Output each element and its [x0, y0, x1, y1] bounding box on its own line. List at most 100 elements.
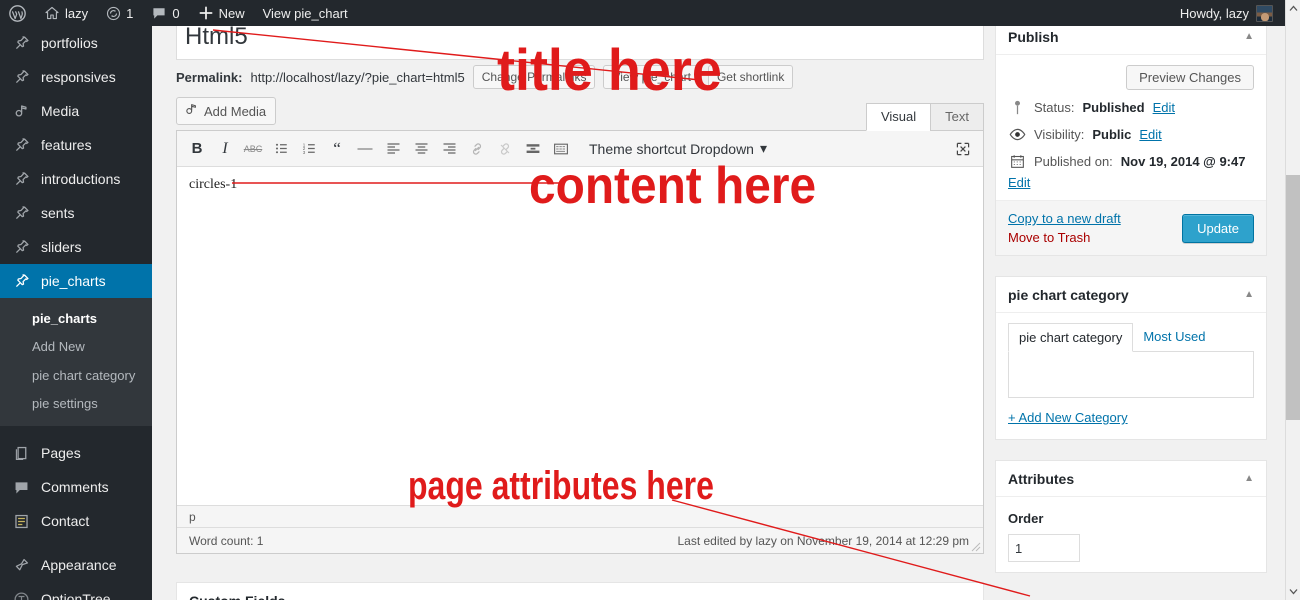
- preview-changes-button[interactable]: Preview Changes: [1126, 65, 1254, 90]
- published-on-row: Published on: Nov 19, 2014 @ 9:47: [1008, 148, 1254, 175]
- add-new-category-link[interactable]: + Add New Category: [1008, 410, 1128, 425]
- unlink-icon[interactable]: [491, 135, 519, 163]
- submenu-item-pie-chart-category[interactable]: pie chart category: [0, 362, 152, 390]
- link-icon[interactable]: [463, 135, 491, 163]
- editor-content-area[interactable]: circles-1: [177, 167, 983, 505]
- order-label: Order: [1008, 511, 1044, 526]
- tab-most-used[interactable]: Most Used: [1133, 323, 1215, 351]
- scroll-up-arrow-icon[interactable]: [1286, 0, 1300, 17]
- scroll-down-arrow-icon[interactable]: [1286, 583, 1300, 600]
- new-content-menu[interactable]: New: [189, 0, 254, 26]
- add-media-label: Add Media: [204, 103, 267, 119]
- category-box-body: pie chart category Most Used + Add New C…: [996, 313, 1266, 439]
- bold-button[interactable]: B: [183, 135, 211, 163]
- sidebar-item-label: Appearance: [41, 557, 117, 573]
- scrollbar-thumb[interactable]: [1286, 175, 1300, 420]
- sidebar-item-contact[interactable]: Contact: [0, 504, 152, 538]
- blockquote-button[interactable]: “: [323, 135, 351, 163]
- sidebar-item-pie-charts[interactable]: pie_charts: [0, 264, 160, 298]
- updates-count: 1: [126, 5, 134, 21]
- element-path-text: p: [189, 509, 196, 524]
- sidebar-item-label: portfolios: [41, 35, 98, 51]
- comments-menu[interactable]: 0: [142, 0, 188, 26]
- avatar: [1256, 4, 1273, 22]
- tab-visual[interactable]: Visual: [865, 103, 932, 131]
- theme-shortcut-dropdown[interactable]: Theme shortcut Dropdown ▾: [589, 140, 767, 157]
- last-edited: Last edited by lazy on November 19, 2014…: [677, 533, 969, 548]
- sidebar-item-responsives[interactable]: responsives: [0, 60, 152, 94]
- page-scrollbar[interactable]: [1285, 0, 1300, 600]
- sidebar-item-media[interactable]: Media: [0, 94, 152, 128]
- calendar-icon: [1008, 154, 1026, 169]
- sidebar-item-optiontree[interactable]: OptionTree: [0, 582, 152, 600]
- sidebar-item-pages[interactable]: Pages: [0, 436, 152, 470]
- category-box-title: pie chart category: [1008, 286, 1129, 303]
- align-left-icon[interactable]: [379, 135, 407, 163]
- sidebar-item-comments[interactable]: Comments: [0, 470, 152, 504]
- annotation-content-here: content here: [529, 157, 817, 215]
- tab-pie-chart-category[interactable]: pie chart category: [1008, 323, 1134, 352]
- chevron-down-icon: ▾: [759, 140, 767, 156]
- sidebar-item-appearance[interactable]: Appearance: [0, 548, 152, 582]
- category-checklist[interactable]: [1008, 352, 1254, 398]
- fullscreen-icon[interactable]: [949, 135, 977, 163]
- sidebar-item-introductions[interactable]: introductions: [0, 162, 152, 196]
- order-input[interactable]: [1008, 534, 1080, 562]
- publish-footer: Copy to a new draft Move to Trash Update: [996, 200, 1266, 255]
- resize-handle[interactable]: [971, 541, 981, 552]
- sidebar-item-label: introductions: [41, 171, 121, 187]
- tab-text[interactable]: Text: [930, 103, 984, 131]
- visibility-value: Public: [1092, 127, 1132, 142]
- admin-page: lazy 1 0 New View pie_chart Howdy, lazy: [0, 0, 1300, 600]
- wordpress-logo-menu[interactable]: [0, 0, 35, 26]
- submenu-item-pie-charts[interactable]: pie_charts: [0, 305, 152, 333]
- status-edit-link[interactable]: Edit: [1153, 100, 1175, 115]
- published-edit-row: Edit: [1008, 175, 1254, 190]
- appearance-icon: [11, 555, 31, 575]
- unordered-list-icon[interactable]: [267, 135, 295, 163]
- sidebar-item-label: sents: [41, 205, 75, 221]
- move-to-trash-link[interactable]: Move to Trash: [1008, 230, 1121, 245]
- strikethrough-button[interactable]: ABC: [239, 135, 267, 163]
- sidebar-item-sents[interactable]: sents: [0, 196, 152, 230]
- site-name-menu[interactable]: lazy: [35, 0, 97, 26]
- wordpress-icon: [9, 4, 26, 22]
- annotation-title-here: title here: [497, 38, 722, 103]
- pin-icon: [11, 169, 31, 189]
- published-label: Published on:: [1034, 154, 1113, 169]
- horizontal-rule-button[interactable]: —: [351, 135, 379, 163]
- chevron-up-icon[interactable]: ▲: [1244, 31, 1254, 42]
- submenu-item-pie-settings[interactable]: pie settings: [0, 390, 152, 418]
- sidebar-item-label: responsives: [41, 69, 116, 85]
- chevron-up-icon[interactable]: ▲: [1244, 473, 1254, 484]
- ordered-list-icon[interactable]: 123: [295, 135, 323, 163]
- status-row: Status: Published Edit: [1008, 94, 1254, 121]
- sidebar-item-portfolios[interactable]: portfolios: [0, 26, 152, 60]
- account-menu[interactable]: Howdy, lazy: [1180, 4, 1285, 22]
- visibility-edit-link[interactable]: Edit: [1139, 127, 1161, 142]
- italic-button[interactable]: I: [211, 135, 239, 163]
- attributes-box: Attributes ▲ Order: [995, 460, 1267, 573]
- admin-bar: lazy 1 0 New View pie_chart Howdy, lazy: [0, 0, 1285, 26]
- status-value: Published: [1082, 100, 1145, 115]
- submenu-item-add-new[interactable]: Add New: [0, 333, 152, 361]
- updates-menu[interactable]: 1: [97, 0, 142, 26]
- sidebar-item-features[interactable]: features: [0, 128, 152, 162]
- eye-icon: [1008, 128, 1026, 141]
- published-edit-link[interactable]: Edit: [1008, 175, 1030, 190]
- preview-changes-row: Preview Changes: [1008, 65, 1254, 94]
- view-pie-chart-link[interactable]: View pie_chart: [254, 0, 357, 26]
- add-media-button[interactable]: Add Media: [176, 97, 277, 125]
- sidebar-item-sliders[interactable]: sliders: [0, 230, 152, 264]
- sidebar-item-label: OptionTree: [41, 591, 111, 600]
- align-center-icon[interactable]: [407, 135, 435, 163]
- update-button[interactable]: Update: [1182, 213, 1254, 243]
- copy-to-new-draft-link[interactable]: Copy to a new draft: [1008, 211, 1121, 226]
- visibility-label: Visibility:: [1034, 127, 1085, 142]
- align-right-icon[interactable]: [435, 135, 463, 163]
- custom-fields-title: Custom Fields: [177, 583, 983, 600]
- editor-element-path[interactable]: p: [177, 505, 983, 527]
- pin-icon: [11, 135, 31, 155]
- chevron-up-icon[interactable]: ▲: [1244, 289, 1254, 300]
- editor-status-bar: Word count: 1 Last edited by lazy on Nov…: [177, 527, 983, 553]
